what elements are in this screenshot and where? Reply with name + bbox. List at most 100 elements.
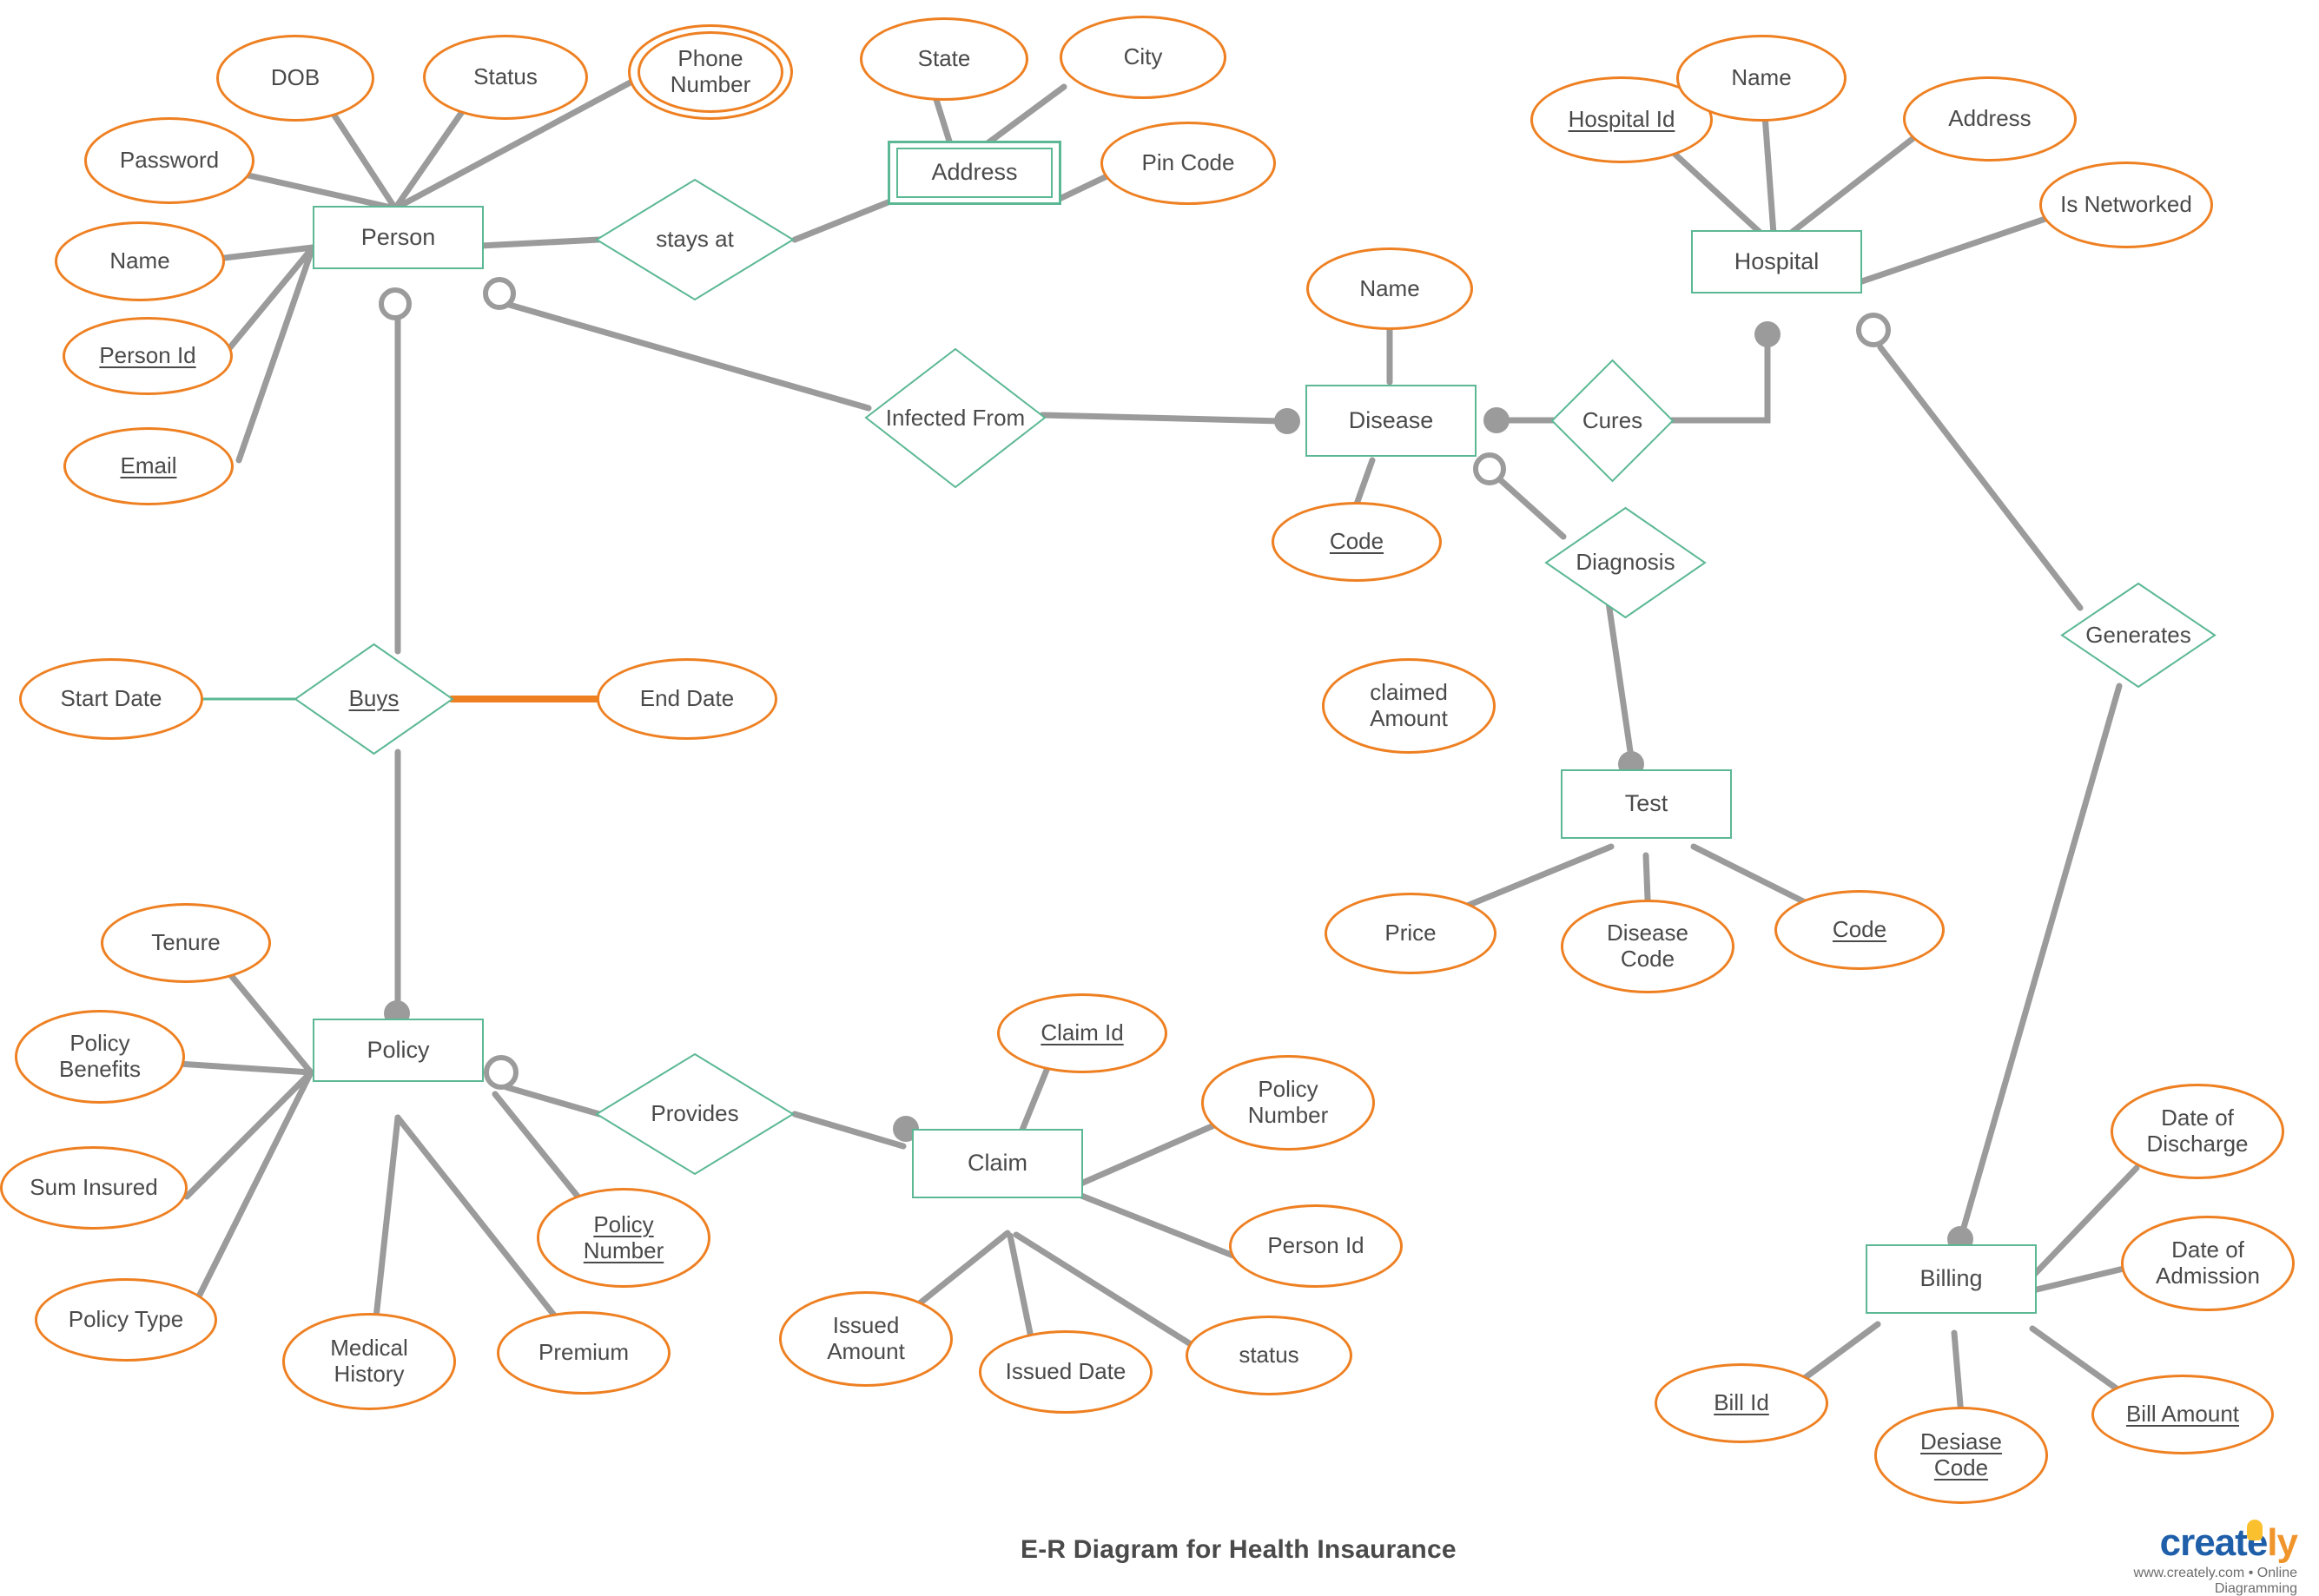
attribute-policy-benefits[interactable]: Policy Benefits xyxy=(15,1010,185,1104)
entity-address[interactable]: Address xyxy=(888,141,1061,205)
attribute-state[interactable]: State xyxy=(860,17,1028,101)
entity-billing[interactable]: Billing xyxy=(1866,1244,2037,1314)
attribute-code-test[interactable]: Code xyxy=(1774,890,1945,970)
link-claim-personid xyxy=(1074,1190,1245,1263)
relationship-infected-from-label: Infected From xyxy=(885,404,1026,431)
attribute-dob-label: DOB xyxy=(270,64,320,91)
relationship-stays-at-label: stays at xyxy=(656,226,734,253)
attribute-policy-type-label: Policy Type xyxy=(68,1306,184,1333)
relationship-provides[interactable]: Provides xyxy=(595,1052,795,1176)
link-hospital-address xyxy=(1771,120,1936,249)
entity-policy[interactable]: Policy xyxy=(313,1019,484,1082)
attribute-email[interactable]: Email xyxy=(63,427,234,505)
entity-billing-label: Billing xyxy=(1919,1265,1983,1292)
attribute-policy-number-label: Policy Number xyxy=(583,1210,664,1263)
relationship-cures-label: Cures xyxy=(1582,406,1643,433)
attribute-claim-id-label: Claim Id xyxy=(1041,1019,1124,1046)
attribute-date-of-discharge[interactable]: Date of Discharge xyxy=(2111,1084,2284,1179)
relationship-diagnosis[interactable]: Diagnosis xyxy=(1544,506,1707,619)
attribute-city[interactable]: City xyxy=(1060,16,1226,99)
entity-test[interactable]: Test xyxy=(1561,769,1732,839)
entity-disease-label: Disease xyxy=(1348,406,1434,433)
attribute-pin-code[interactable]: Pin Code xyxy=(1100,122,1276,205)
attribute-price-label: Price xyxy=(1384,920,1437,946)
link-policy-policytype xyxy=(182,1069,314,1328)
attribute-phone-number[interactable]: Phone Number xyxy=(628,24,793,120)
entity-test-label: Test xyxy=(1624,790,1668,817)
attribute-disease-code-test-label: Disease Code xyxy=(1607,920,1688,972)
attribute-sum-insured-label: Sum Insured xyxy=(30,1174,158,1201)
entity-policy-label: Policy xyxy=(367,1036,430,1063)
attribute-desiase-code[interactable]: Desiase Code xyxy=(1874,1407,2048,1504)
attribute-name-hospital-label: Name xyxy=(1731,64,1792,91)
attribute-name-person[interactable]: Name xyxy=(55,221,225,301)
attribute-premium[interactable]: Premium xyxy=(497,1311,671,1395)
creately-logo[interactable]: creately www.creately.com • Online Diagr… xyxy=(2067,1520,2298,1596)
attribute-policy-number[interactable]: Policy Number xyxy=(537,1188,710,1288)
attribute-address-hospital[interactable]: Address xyxy=(1903,76,2077,162)
attribute-claim-id[interactable]: Claim Id xyxy=(997,993,1167,1073)
attribute-date-of-admission[interactable]: Date of Admission xyxy=(2121,1216,2295,1311)
diagram-title: E-R Diagram for Health Insaurance xyxy=(1021,1535,1457,1565)
link-hospital-generates xyxy=(1877,344,2084,611)
attribute-status[interactable]: Status xyxy=(423,35,588,120)
attribute-address-hospital-label: Address xyxy=(1948,105,2032,132)
attribute-code-disease-label: Code xyxy=(1329,528,1384,555)
attribute-name-hospital[interactable]: Name xyxy=(1676,35,1847,122)
attribute-tenure-label: Tenure xyxy=(151,929,221,956)
attribute-is-networked[interactable]: Is Networked xyxy=(2039,162,2213,248)
attribute-dob[interactable]: DOB xyxy=(216,35,374,122)
attribute-bill-amount[interactable]: Bill Amount xyxy=(2091,1375,2274,1454)
marker-policy-provides-hollow xyxy=(484,1055,519,1090)
relationship-cures[interactable]: Cures xyxy=(1550,359,1675,483)
logo-subtitle: www.creately.com • Online Diagramming xyxy=(2133,1566,2297,1596)
entity-person[interactable]: Person xyxy=(313,206,484,269)
attribute-hospital-id-label: Hospital Id xyxy=(1568,106,1675,133)
attribute-city-label: City xyxy=(1123,43,1163,70)
relationship-diagnosis-label: Diagnosis xyxy=(1576,549,1675,576)
relationship-generates-label: Generates xyxy=(2085,621,2191,648)
link-cures-hospital xyxy=(1668,338,1771,424)
attribute-person-id-claim[interactable]: Person Id xyxy=(1229,1204,1403,1288)
attribute-policy-benefits-label: Policy Benefits xyxy=(59,1030,141,1082)
attribute-email-label: Email xyxy=(120,452,177,479)
attribute-disease-code-test[interactable]: Disease Code xyxy=(1561,900,1734,993)
attribute-person-id-label: Person Id xyxy=(99,342,196,369)
attribute-medical-history[interactable]: Medical History xyxy=(282,1313,456,1410)
attribute-code-disease[interactable]: Code xyxy=(1272,502,1442,582)
link-policy-benefits xyxy=(175,1060,314,1076)
link-policy-medicalhistory xyxy=(370,1114,401,1345)
attribute-password-label: Password xyxy=(119,147,220,174)
relationship-buys[interactable]: Buys xyxy=(294,643,454,755)
entity-address-label: Address xyxy=(931,159,1018,186)
attribute-claimed-amount-label: claimed Amount xyxy=(1370,679,1448,731)
attribute-issued-amount[interactable]: Issued Amount xyxy=(779,1291,953,1387)
attribute-bill-id[interactable]: Bill Id xyxy=(1655,1363,1828,1443)
attribute-issued-date[interactable]: Issued Date xyxy=(979,1330,1153,1414)
link-infectedfrom-disease xyxy=(1039,412,1285,425)
attribute-is-networked-label: Is Networked xyxy=(2060,191,2192,218)
attribute-start-date[interactable]: Start Date xyxy=(19,658,203,740)
attribute-policy-number-claim[interactable]: Policy Number xyxy=(1201,1055,1375,1151)
entity-disease[interactable]: Disease xyxy=(1305,385,1477,457)
attribute-password[interactable]: Password xyxy=(84,117,254,204)
attribute-sum-insured[interactable]: Sum Insured xyxy=(0,1146,188,1230)
attribute-claim-status[interactable]: status xyxy=(1186,1316,1352,1395)
entity-hospital[interactable]: Hospital xyxy=(1691,230,1862,293)
attribute-status-label: Status xyxy=(473,63,538,90)
attribute-policy-type[interactable]: Policy Type xyxy=(35,1278,217,1362)
relationship-infected-from[interactable]: Infected From xyxy=(864,347,1047,489)
attribute-end-date-label: End Date xyxy=(639,685,735,712)
attribute-price[interactable]: Price xyxy=(1325,893,1496,974)
attribute-person-id[interactable]: Person Id xyxy=(63,317,233,395)
entity-claim[interactable]: Claim xyxy=(912,1129,1083,1198)
link-billing-desiasecode xyxy=(1951,1329,1965,1419)
er-diagram-canvas: Person Address Hospital Disease Test Pol… xyxy=(0,0,2319,1596)
relationship-stays-at[interactable]: stays at xyxy=(595,178,795,301)
attribute-name-disease[interactable]: Name xyxy=(1306,247,1473,330)
attribute-bill-id-label: Bill Id xyxy=(1714,1389,1769,1416)
attribute-claimed-amount[interactable]: claimed Amount xyxy=(1322,658,1496,754)
attribute-end-date[interactable]: End Date xyxy=(597,658,777,740)
relationship-generates[interactable]: Generates xyxy=(2060,582,2217,689)
attribute-tenure[interactable]: Tenure xyxy=(101,903,271,983)
